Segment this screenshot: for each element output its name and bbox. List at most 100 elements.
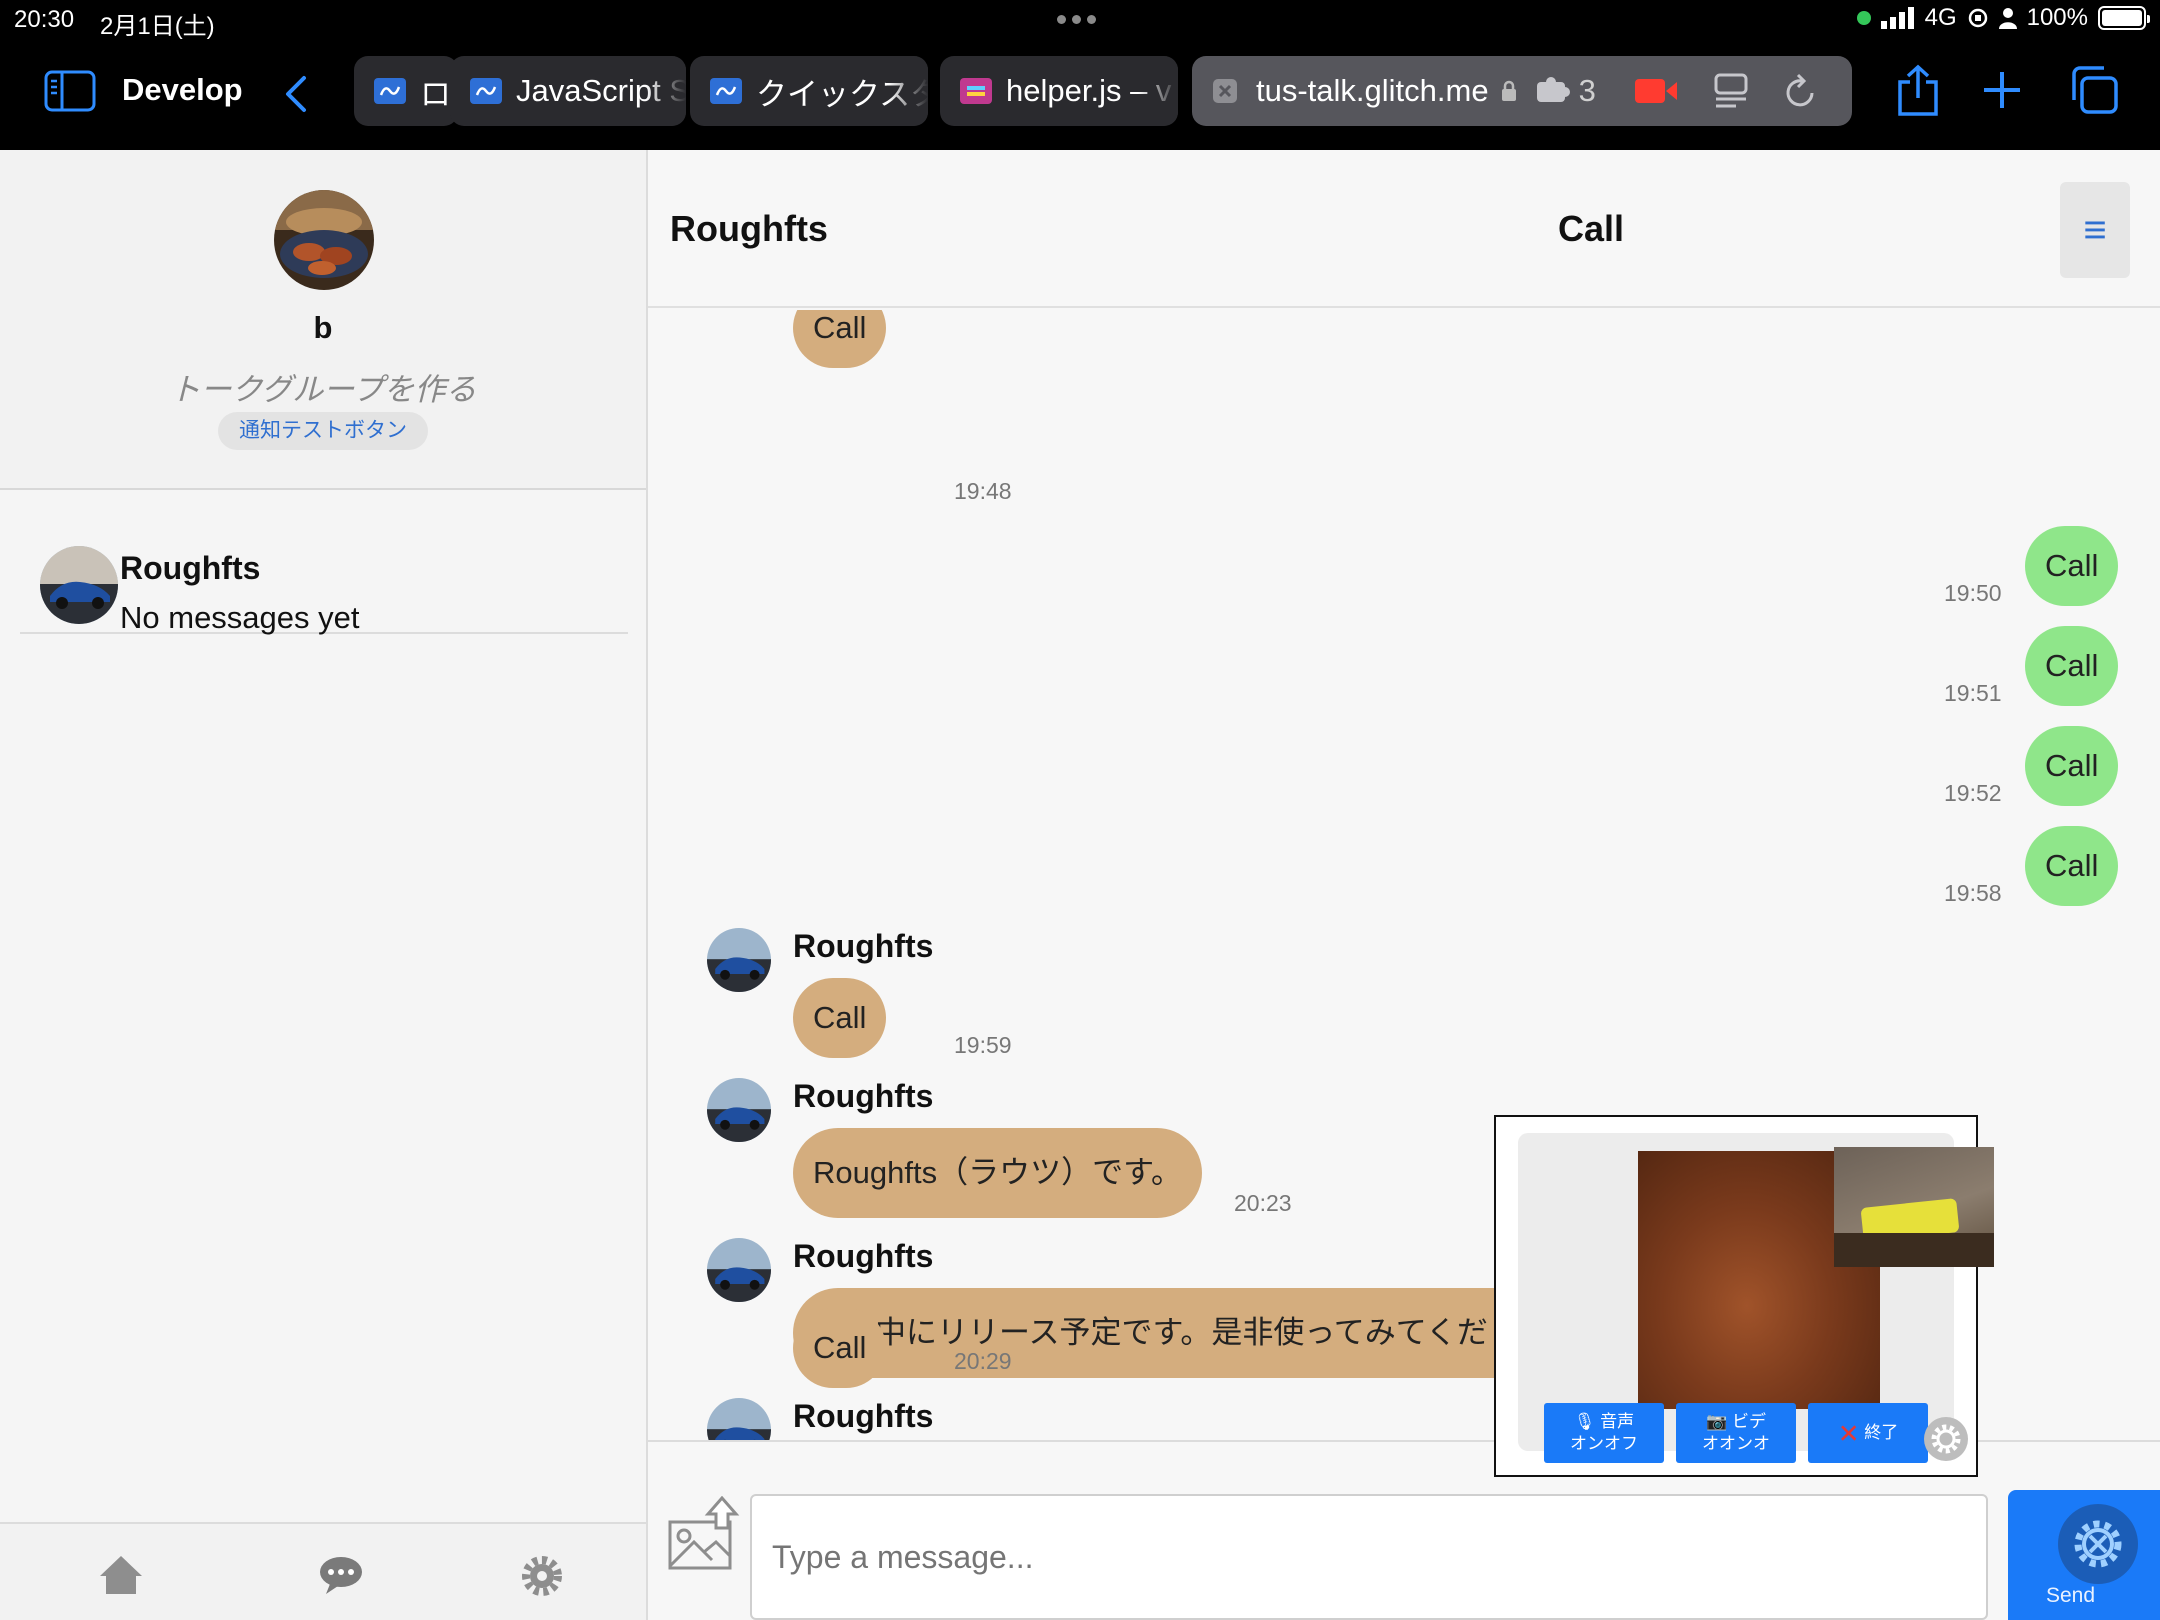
- message-time: 19:50: [1944, 580, 2002, 606]
- sender-name: Roughfts: [793, 928, 934, 964]
- extension-count: 3: [1578, 73, 1596, 108]
- message-time: 19:59: [954, 1032, 1012, 1058]
- send-button[interactable]: Send: [2008, 1490, 2160, 1620]
- video-call-window[interactable]: 🎙 音声 オンオフ 📷 ビデ オオンオ ✕ 終了: [1494, 1115, 1994, 1477]
- close-x-icon: ✕: [1837, 1418, 1860, 1449]
- chat-bubbles-icon[interactable]: [318, 1554, 364, 1596]
- contact-name: Roughfts: [120, 550, 261, 586]
- cellular-signal-icon: [1880, 7, 1914, 29]
- user-avatar[interactable]: [274, 190, 374, 290]
- message-bubble: Call: [2025, 626, 2119, 706]
- extensions-icon[interactable]: [1535, 76, 1575, 106]
- tab-4[interactable]: helper.js – v: [940, 56, 1178, 126]
- sender-avatar: [707, 1078, 771, 1142]
- profile-username: b: [313, 310, 333, 345]
- tab-1[interactable]: ロ: [354, 56, 458, 126]
- sender-avatar: [707, 1238, 771, 1302]
- message-time: 19:51: [1944, 680, 2002, 706]
- notify-test-button[interactable]: 通知テストボタン: [218, 412, 428, 450]
- message-composer: Send: [648, 1490, 2160, 1620]
- end-call-button[interactable]: ✕ 終了: [1808, 1403, 1928, 1463]
- message-time: 20:23: [1234, 1190, 1292, 1216]
- status-date: 2月1日(土): [100, 13, 215, 40]
- status-bar: 20:30 2月1日(土) 4G 100%: [0, 0, 2160, 40]
- message-bubble: Roughfts（ラウツ）です。: [793, 1128, 1202, 1218]
- profile-section: b トークグループを作る 通知テストボタン: [0, 150, 646, 490]
- battery-icon: [2098, 6, 2150, 30]
- message-bubble: Call: [793, 310, 887, 368]
- new-tab-icon[interactable]: [1982, 70, 2022, 110]
- status-time: 20:30: [14, 6, 75, 33]
- video-sublabel: オオンオ: [1702, 1434, 1770, 1453]
- sender-name: Roughfts: [793, 1398, 934, 1434]
- audio-sublabel: オンオフ: [1570, 1434, 1638, 1453]
- create-group-link[interactable]: トークグループを作る: [0, 364, 646, 409]
- sender-avatar: [707, 1398, 771, 1440]
- local-video-preview[interactable]: [1834, 1147, 1994, 1267]
- sender-name: Roughfts: [793, 1238, 934, 1274]
- message-bubble: Call: [2025, 526, 2119, 606]
- chat-status: Call: [1558, 208, 1625, 249]
- message-time: 19:52: [1944, 780, 2002, 806]
- network-type: 4G: [1924, 4, 1957, 31]
- status-right: 4G 100%: [1856, 4, 2150, 32]
- bottom-nav: [0, 1522, 646, 1620]
- share-icon[interactable]: [1896, 64, 1940, 116]
- end-call-label: 終了: [1864, 1423, 1899, 1442]
- site-favicon-icon: [374, 78, 406, 104]
- message-time: 19:48: [954, 478, 1012, 504]
- camera-icon: 📷: [1706, 1412, 1728, 1431]
- browser-toolbar: Develop ロ JavaScript S クイックスタ helper.js …: [0, 40, 2160, 150]
- tab-2[interactable]: JavaScript S: [450, 56, 686, 126]
- tab-title: ロ: [420, 76, 451, 112]
- accessibility-gear-icon[interactable]: [2058, 1504, 2138, 1584]
- message-bubble: Call: [2025, 826, 2119, 906]
- sidebar: b トークグループを作る 通知テストボタン Roughfts No messag…: [0, 150, 648, 1620]
- tab-3[interactable]: クイックスタ: [690, 56, 928, 126]
- message-bubble: Call: [2025, 726, 2119, 806]
- site-favicon-icon: [470, 78, 502, 104]
- sender-avatar: [707, 928, 771, 992]
- multitasking-dots-icon[interactable]: [1057, 15, 1096, 24]
- message-input[interactable]: [750, 1494, 1988, 1620]
- settings-gear-icon[interactable]: [520, 1554, 564, 1598]
- message-time: 20:29: [954, 1348, 1012, 1374]
- back-chevron-icon[interactable]: [282, 74, 308, 114]
- toggle-video-button[interactable]: 📷 ビデ オオンオ: [1676, 1403, 1796, 1463]
- message-bubble: Call: [793, 978, 887, 1058]
- chat-list-item[interactable]: Roughfts No messages yet: [20, 520, 628, 635]
- reader-icon[interactable]: [1714, 73, 1748, 109]
- home-icon[interactable]: [98, 1554, 144, 1596]
- video-label: ビデ: [1731, 1412, 1766, 1431]
- develop-menu[interactable]: Develop: [122, 72, 243, 108]
- send-label: Send: [2046, 1584, 2096, 1607]
- mute-audio-button[interactable]: 🎙 音声 オンオフ: [1544, 1403, 1664, 1463]
- lock-icon: [1501, 80, 1516, 101]
- person-icon: [1998, 8, 2017, 29]
- sidebar-toggle-icon[interactable]: [44, 70, 96, 112]
- audio-label: 音声: [1600, 1412, 1635, 1431]
- close-tab-icon[interactable]: [1212, 78, 1238, 104]
- image-upload-icon[interactable]: [668, 1496, 744, 1572]
- contact-avatar: [40, 546, 118, 624]
- message-bubble: 今週中にリリース予定です。是非使ってみてくだ: [793, 1288, 1553, 1378]
- sender-name: Roughfts: [793, 1078, 934, 1114]
- battery-percent: 100%: [2026, 4, 2088, 31]
- microphone-icon: 🎙: [1573, 1412, 1596, 1431]
- last-message-preview: No messages yet: [120, 600, 360, 635]
- chat-title: Roughfts: [670, 208, 828, 249]
- glitch-favicon-icon: [960, 78, 992, 104]
- chat-header: Roughfts Call ≡: [648, 150, 2160, 308]
- hamburger-menu-icon[interactable]: ≡: [2060, 182, 2130, 278]
- site-favicon-icon: [710, 78, 742, 104]
- message-time: 19:58: [1944, 880, 2002, 906]
- call-settings-gear-icon[interactable]: [1924, 1417, 1968, 1461]
- camera-in-use-icon: [1856, 11, 1871, 25]
- tab-overview-icon[interactable]: [2070, 66, 2118, 114]
- camera-recording-icon[interactable]: [1634, 76, 1678, 106]
- message-bubble: Call: [793, 1308, 887, 1388]
- reload-icon[interactable]: [1784, 73, 1818, 109]
- address-text: tus-talk.glitch.me: [1256, 73, 1489, 108]
- orientation-lock-icon: [1968, 8, 1987, 28]
- tab-active-address[interactable]: tus-talk.glitch.me 3: [1192, 56, 1852, 126]
